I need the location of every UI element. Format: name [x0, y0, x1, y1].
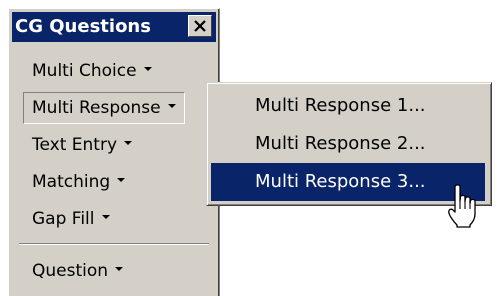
gap-fill-label: Gap Fill	[32, 209, 95, 229]
matching-label: Matching	[32, 172, 111, 192]
dropdown-arrow-icon	[115, 267, 124, 271]
multi-response-label: Multi Response	[32, 98, 161, 118]
multi-choice-label: Multi Choice	[32, 61, 137, 81]
question-button[interactable]: Question	[23, 255, 132, 287]
matching-button[interactable]: Matching	[23, 166, 134, 198]
dropdown-arrow-icon	[101, 215, 110, 219]
menu-item-multi-response-3[interactable]: Multi Response 3...	[211, 163, 485, 201]
close-button[interactable]	[188, 15, 212, 37]
cg-questions-toolbar-window: CG Questions Multi Choice Multi Response…	[8, 8, 220, 296]
dropdown-arrow-icon	[143, 67, 152, 71]
dropdown-arrow-icon	[167, 104, 176, 108]
multi-response-button[interactable]: Multi Response	[23, 92, 185, 124]
close-icon	[194, 20, 206, 32]
text-entry-label: Text Entry	[32, 135, 118, 155]
gap-fill-button[interactable]: Gap Fill	[23, 203, 119, 235]
dropdown-arrow-icon	[124, 141, 133, 145]
hand-pointer-cursor	[448, 184, 476, 228]
question-label: Question	[32, 261, 109, 281]
toolbar-separator	[19, 243, 209, 245]
title-bar[interactable]: CG Questions	[12, 12, 216, 42]
menu-item-multi-response-1[interactable]: Multi Response 1...	[211, 87, 485, 125]
window-title: CG Questions	[15, 16, 151, 37]
screen: CG Questions Multi Choice Multi Response…	[0, 0, 502, 296]
multi-choice-button[interactable]: Multi Choice	[23, 55, 161, 87]
dropdown-arrow-icon	[117, 178, 126, 182]
text-entry-button[interactable]: Text Entry	[23, 129, 141, 161]
menu-item-multi-response-2[interactable]: Multi Response 2...	[211, 125, 485, 163]
